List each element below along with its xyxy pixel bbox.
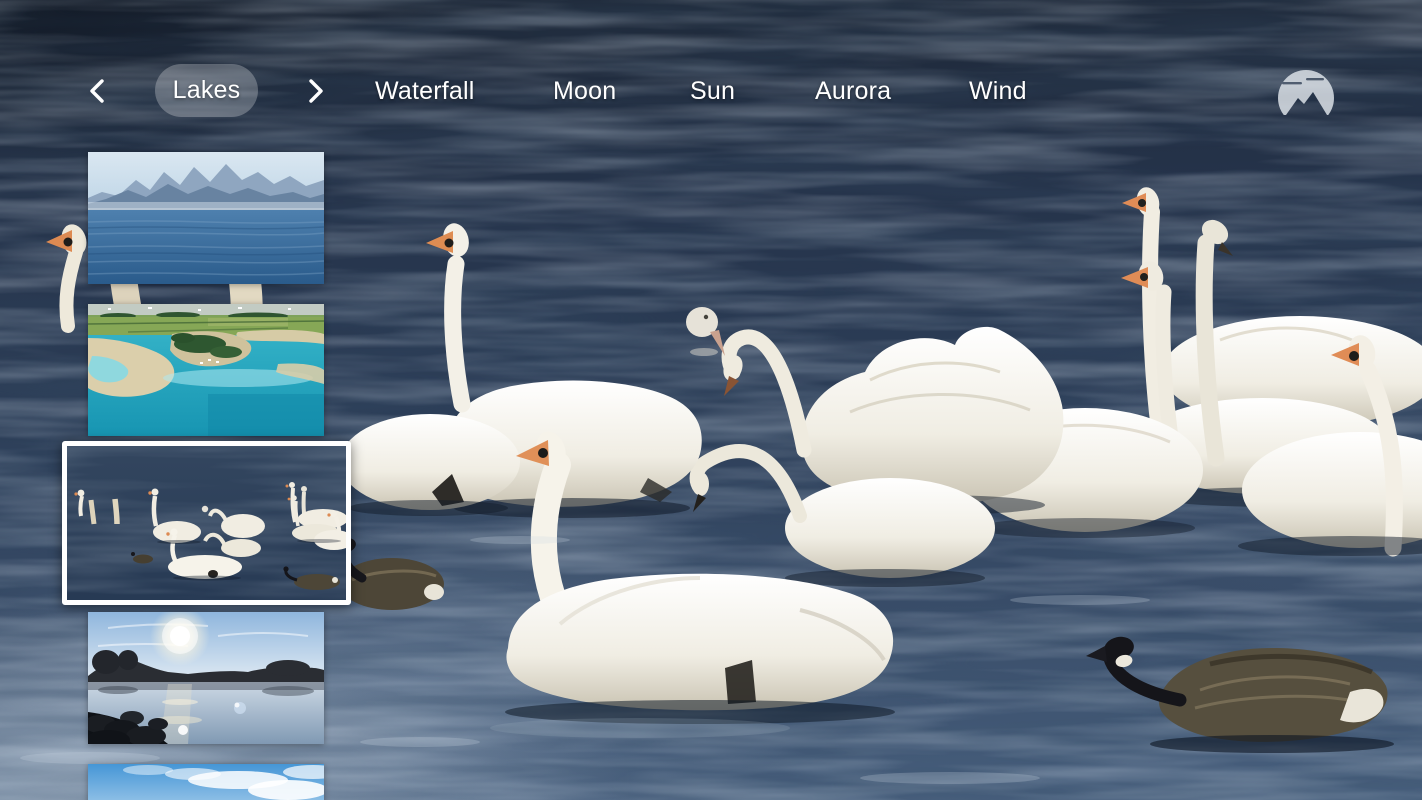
category-moon[interactable]: Moon <box>553 78 616 105</box>
category-wind[interactable]: Wind <box>969 78 1027 105</box>
category-waterfall[interactable]: Waterfall <box>375 78 475 105</box>
thumbnail-hazy-mountains[interactable] <box>88 152 324 284</box>
category-label: Lakes <box>172 76 241 104</box>
thumbnail-clouds-sky[interactable] <box>88 764 324 800</box>
chevron-right-icon[interactable] <box>308 79 325 103</box>
mountain-dome-logo-icon <box>1278 70 1334 126</box>
wallpaper-picker-screen: Lakes Waterfall Moon Sun Aurora Wind <box>0 0 1422 800</box>
thumbnail-sun-lake[interactable] <box>88 612 324 744</box>
category-sun[interactable]: Sun <box>690 78 735 105</box>
chevron-left-icon[interactable] <box>88 79 105 103</box>
thumbnail-swans-selected[interactable] <box>62 441 351 605</box>
category-aurora[interactable]: Aurora <box>815 78 891 105</box>
thumbnail-turquoise-lake[interactable] <box>88 304 324 436</box>
selected-category-pill[interactable]: Lakes <box>155 64 258 117</box>
